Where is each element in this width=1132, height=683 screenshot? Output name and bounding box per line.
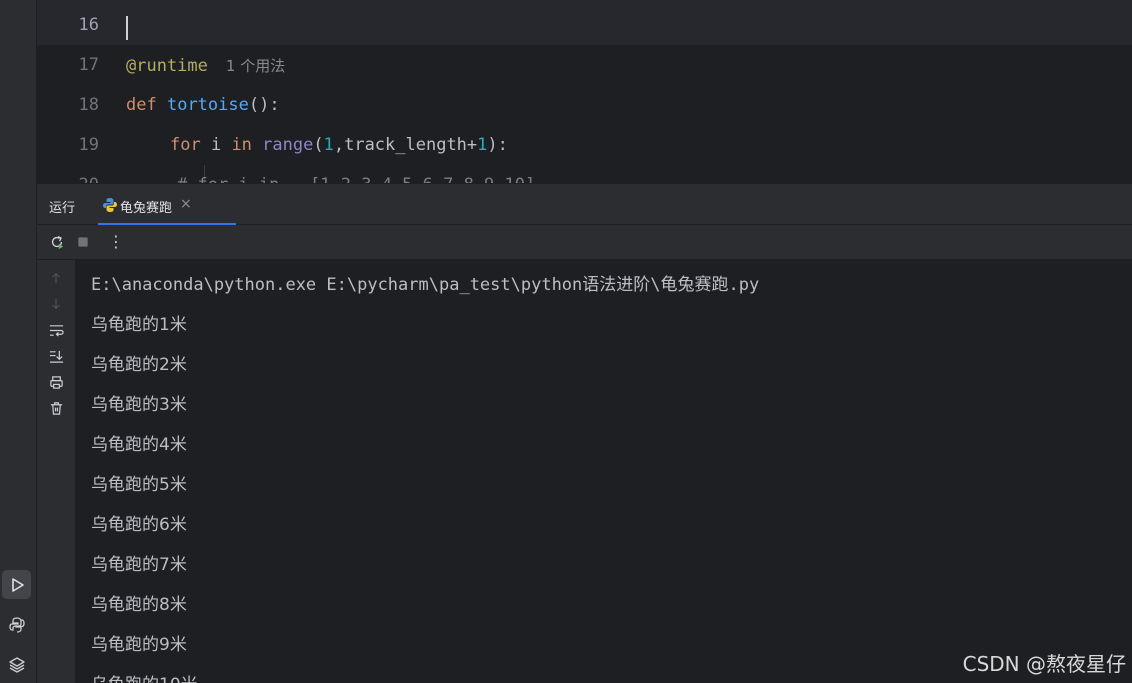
left-tool-strip xyxy=(0,0,37,683)
code-line-17[interactable]: 17 @runtime 1 个用法 xyxy=(37,45,1132,85)
command-line: E:\anaconda\python.exe E:\pycharm\pa_tes… xyxy=(91,275,760,295)
rerun-button[interactable] xyxy=(48,233,66,251)
layers-tool-button[interactable] xyxy=(2,650,31,679)
stop-icon xyxy=(78,237,88,247)
watermark: CSDN @熬夜星仔 xyxy=(962,652,1126,676)
code-text: for i in range(1,track_length+1): xyxy=(170,135,508,155)
keyword-token: for xyxy=(170,135,201,155)
builtin-token: range xyxy=(262,135,314,155)
usage-hint[interactable]: 1 个用法 xyxy=(226,57,285,75)
code-line-19[interactable]: 19 for i in range(1,track_length+1): xyxy=(37,125,1132,165)
scroll-down-icon xyxy=(52,298,60,310)
keyword-token: def xyxy=(126,95,157,115)
scroll-up-icon xyxy=(52,272,60,284)
clear-icon xyxy=(50,401,62,415)
punctuation-token: ): xyxy=(487,135,508,155)
run-panel-title: 运行 xyxy=(49,201,76,216)
run-tab-label: 龟兔赛跑 xyxy=(120,201,173,216)
output-line: 乌龟跑的2米 xyxy=(91,355,187,375)
more-icon[interactable]: ⋮ xyxy=(107,232,125,251)
run-tab[interactable]: 龟兔赛跑 × xyxy=(98,184,236,226)
decorator-token: @runtime xyxy=(126,55,208,76)
code-text: def tortoise(): xyxy=(126,95,280,115)
output-line: 乌龟跑的4米 xyxy=(91,435,187,455)
run-tool-window-header: 运行 龟兔赛跑 × xyxy=(37,183,1132,226)
number-token: 1 xyxy=(323,135,334,155)
keyword-token: in xyxy=(231,135,252,155)
line-number: 18 xyxy=(78,95,99,115)
output-line: 乌龟跑的7米 xyxy=(91,555,187,575)
code-line-18[interactable]: 18 def tortoise(): xyxy=(37,85,1132,125)
comment-token: # for i in [1,2,3,4,5,6,7,8,9,10] xyxy=(177,175,535,183)
stop-button[interactable] xyxy=(74,233,92,251)
console-side-toolbar xyxy=(37,260,75,683)
line-number: 20 xyxy=(37,175,99,183)
run-icon xyxy=(11,577,24,592)
scroll-down-button[interactable] xyxy=(47,295,65,313)
line-number: 19 xyxy=(78,135,99,155)
line-number: 17 xyxy=(78,55,99,75)
line-number: 16 xyxy=(78,15,99,35)
output-line: 乌龟跑的10米 xyxy=(91,670,198,683)
number-token: 1 xyxy=(477,135,488,155)
soft-wrap-button[interactable] xyxy=(47,321,65,339)
function-name-token: tortoise xyxy=(166,95,249,115)
code-text: @runtime 1 个用法 xyxy=(126,55,285,76)
punctuation-token: ( xyxy=(313,135,324,155)
run-tool-button[interactable] xyxy=(2,570,31,599)
soft-wrap-icon xyxy=(49,324,64,337)
output-line: 乌龟跑的5米 xyxy=(91,475,187,495)
variable-token: i xyxy=(200,135,232,155)
close-icon[interactable]: × xyxy=(180,196,192,212)
print-icon xyxy=(49,375,63,389)
argument-token: ,track_length+ xyxy=(333,135,478,155)
run-toolbar: ⋮ xyxy=(37,225,1132,260)
python-console-tool-button[interactable] xyxy=(2,610,31,639)
text-caret xyxy=(126,16,128,40)
output-line: 乌龟跑的8米 xyxy=(91,595,187,615)
punctuation-token: (): xyxy=(248,95,280,115)
output-line: 乌龟跑的6米 xyxy=(91,515,187,535)
print-button[interactable] xyxy=(47,373,65,391)
layers-icon xyxy=(8,656,25,673)
clear-all-button[interactable] xyxy=(47,399,65,417)
output-line: 乌龟跑的1米 xyxy=(91,315,187,335)
scroll-to-end-icon xyxy=(49,350,63,363)
console-output[interactable]: E:\anaconda\python.exe E:\pycharm\pa_tes… xyxy=(75,260,1132,683)
output-line: 乌龟跑的3米 xyxy=(91,395,187,415)
code-line-16[interactable]: 16 xyxy=(37,5,1132,45)
code-editor[interactable]: 16 17 @runtime 1 个用法 18 def tortoise(): 1… xyxy=(37,0,1132,183)
python-console-icon xyxy=(8,616,25,633)
python-file-icon xyxy=(103,198,117,212)
output-line: 乌龟跑的9米 xyxy=(91,635,187,655)
scroll-to-end-button[interactable] xyxy=(47,347,65,365)
scroll-up-button[interactable] xyxy=(47,269,65,287)
code-line-20[interactable]: 20 # for i in [1,2,3,4,5,6,7,8,9,10] xyxy=(37,165,1132,183)
rerun-icon xyxy=(51,236,64,250)
